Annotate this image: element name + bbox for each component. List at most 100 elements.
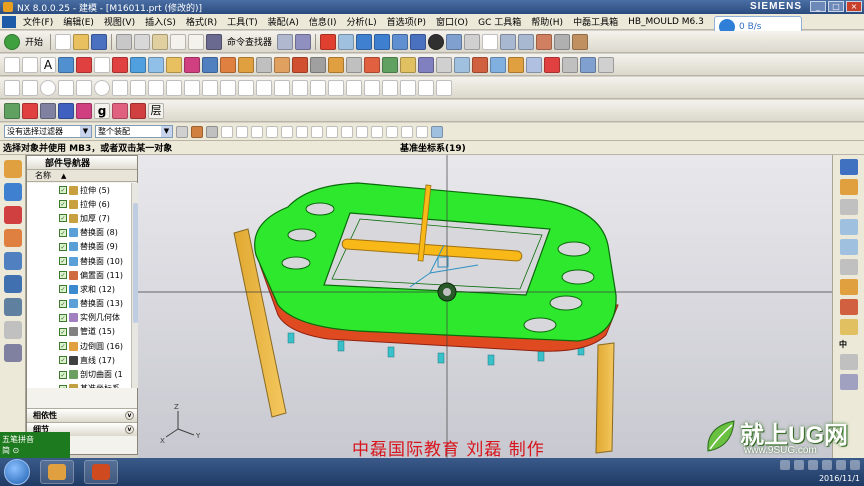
plus-icon[interactable]: [401, 125, 413, 138]
front-view-icon[interactable]: [840, 239, 858, 255]
trim-curve-icon[interactable]: [238, 79, 254, 96]
tray-icon[interactable]: [808, 460, 818, 470]
visibility-checkbox[interactable]: ✓: [59, 186, 67, 195]
bridge-curve-icon[interactable]: [148, 79, 164, 96]
section-curve-icon[interactable]: [346, 79, 362, 96]
extract-icon[interactable]: [526, 56, 542, 73]
visibility-checkbox[interactable]: ✓: [59, 200, 67, 209]
tangent-point-icon[interactable]: [386, 125, 398, 138]
zoom-icon[interactable]: [338, 33, 355, 50]
web-browser-icon[interactable]: [4, 252, 22, 270]
patch-icon[interactable]: [454, 56, 470, 73]
copy-icon[interactable]: [134, 33, 151, 50]
tree-item[interactable]: ✓ 加厚 (7): [27, 211, 131, 225]
fit-view-icon[interactable]: [320, 33, 337, 50]
menu-preferences[interactable]: 首选项(P): [382, 15, 431, 28]
render-icon[interactable]: [840, 299, 858, 315]
tube-icon[interactable]: [544, 56, 560, 73]
tray-icon[interactable]: [850, 460, 860, 470]
assembly-scope-select[interactable]: 整个装配 ▼: [95, 125, 173, 138]
shaded-cube-icon[interactable]: [356, 33, 373, 50]
menu-file[interactable]: 文件(F): [18, 15, 58, 28]
light-icon[interactable]: [428, 33, 445, 50]
paste-icon[interactable]: [152, 33, 169, 50]
reset-filter-icon[interactable]: [191, 125, 203, 138]
point-on-curve-icon[interactable]: [326, 125, 338, 138]
tray-icon[interactable]: [794, 460, 804, 470]
visibility-checkbox[interactable]: ✓: [59, 342, 67, 351]
work-layer-combo[interactable]: [482, 33, 499, 50]
command-finder-button[interactable]: 命令查找器: [224, 35, 275, 48]
menu-help[interactable]: 帮助(H): [526, 15, 568, 28]
visibility-checkbox[interactable]: ✓: [59, 327, 67, 336]
bounded-grid-icon[interactable]: [356, 125, 368, 138]
heart-icon[interactable]: [112, 102, 128, 119]
menu-tools[interactable]: 工具(T): [222, 15, 263, 28]
wrap-curve-icon[interactable]: [382, 79, 398, 96]
command-finder-icon[interactable]: [206, 33, 223, 50]
menu-zhonglei-toolkit[interactable]: 中磊工具箱: [568, 15, 623, 28]
snap-icon[interactable]: [206, 125, 218, 138]
menu-assembly[interactable]: 装配(A): [263, 15, 304, 28]
new-file-icon[interactable]: [55, 33, 72, 50]
end-point-icon[interactable]: [221, 125, 233, 138]
tree-item[interactable]: ✓ 实例几何体: [27, 311, 131, 325]
taskbar-app-office[interactable]: [84, 460, 118, 484]
tree-item[interactable]: ✓ 偏置面 (11): [27, 268, 131, 282]
layer-text-icon[interactable]: 层: [148, 102, 164, 119]
point-icon[interactable]: [94, 56, 110, 73]
visibility-checkbox[interactable]: ✓: [59, 242, 67, 251]
revolve-icon[interactable]: [130, 56, 146, 73]
resize-face-icon[interactable]: [508, 56, 524, 73]
tree-item[interactable]: ✓ 替换面 (8): [27, 226, 131, 240]
edge-blend-icon[interactable]: [238, 56, 254, 73]
system-materials-icon[interactable]: [4, 298, 22, 316]
chamfer-icon[interactable]: [256, 56, 272, 73]
mirror-curve-icon[interactable]: [418, 79, 434, 96]
draft-icon[interactable]: [292, 56, 308, 73]
sew-icon[interactable]: [436, 56, 452, 73]
menu-edit[interactable]: 编辑(E): [58, 15, 99, 28]
graphics-window[interactable]: Z Y X 中磊国际教育 刘磊 制作: [138, 155, 832, 458]
reuse-library-icon[interactable]: [4, 229, 22, 247]
section-view-icon[interactable]: [446, 33, 463, 50]
settings-icon[interactable]: [840, 374, 858, 390]
menu-analysis[interactable]: 分析(L): [342, 15, 382, 28]
control-point-icon[interactable]: [251, 125, 263, 138]
minimize-button[interactable]: _: [810, 1, 826, 12]
circle-icon[interactable]: [40, 79, 56, 96]
tree-item[interactable]: ✓ 剖切曲面 (1: [27, 367, 131, 381]
model-view[interactable]: Z Y X: [138, 155, 832, 458]
point-on-face-icon[interactable]: [341, 125, 353, 138]
menu-info[interactable]: 信息(I): [304, 15, 342, 28]
sweep-icon[interactable]: [562, 56, 578, 73]
start-button[interactable]: 开始: [22, 35, 46, 48]
visibility-checkbox[interactable]: ✓: [59, 285, 67, 294]
pink-body-icon[interactable]: [76, 102, 92, 119]
tree-item[interactable]: ✓ 边倒圆 (16): [27, 339, 131, 353]
through-curves-icon[interactable]: [580, 56, 596, 73]
polygon-icon[interactable]: [76, 79, 92, 96]
constraint-navigator-icon[interactable]: [4, 206, 22, 224]
part-navigator-icon[interactable]: [4, 160, 22, 178]
layer-tool-icon[interactable]: [130, 102, 146, 119]
tray-icon[interactable]: [780, 460, 790, 470]
boss-icon[interactable]: [166, 56, 182, 73]
replace-face-icon[interactable]: [418, 56, 434, 73]
curve-length-icon[interactable]: [292, 79, 308, 96]
quadrant-point-icon[interactable]: [296, 125, 308, 138]
join-curve-icon[interactable]: [274, 79, 290, 96]
history-icon[interactable]: [4, 275, 22, 293]
tree-item[interactable]: ✓ 替换面 (9): [27, 240, 131, 254]
blue-body-icon[interactable]: [58, 102, 74, 119]
mid-point-icon[interactable]: [236, 125, 248, 138]
menu-insert[interactable]: 插入(S): [140, 15, 181, 28]
center-point-icon[interactable]: [371, 125, 383, 138]
rectangle-icon[interactable]: [58, 79, 74, 96]
mould-icon[interactable]: [4, 102, 20, 119]
visibility-checkbox[interactable]: ✓: [59, 299, 67, 308]
select-icon[interactable]: [295, 33, 312, 50]
redo-icon[interactable]: [188, 33, 205, 50]
arc-icon[interactable]: [22, 79, 38, 96]
delete-face-icon[interactable]: [472, 56, 488, 73]
